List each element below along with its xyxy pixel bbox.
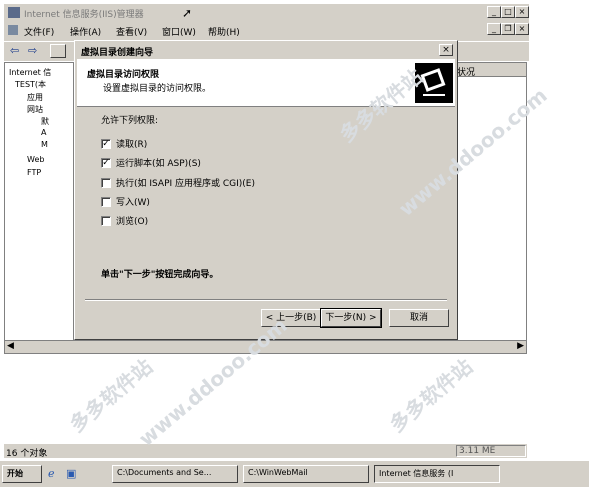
perm-write-row[interactable]: 写入(W) <box>101 195 150 208</box>
next-button[interactable]: 下一步(N) > <box>320 308 382 328</box>
task-documents[interactable]: C:\Documents and Se... <box>112 465 238 483</box>
object-count: 16 个对象 <box>6 449 48 459</box>
perm-browse-label: 浏览(O) <box>116 217 149 227</box>
back-arrow-icon[interactable]: ⇦ <box>10 44 19 57</box>
close-button[interactable]: × <box>515 6 529 18</box>
task-iis-label: Internet 信息服务 (I <box>379 469 454 478</box>
minimize-button[interactable]: _ <box>487 6 501 18</box>
perm-read-row[interactable]: ✓ 读取(R) <box>101 137 148 150</box>
tree-web[interactable]: Web <box>27 155 44 164</box>
scroll-right-icon[interactable]: ▶ <box>517 341 524 351</box>
menu-bar: 文件(F) 操作(A) 查看(V) 窗口(W) 帮助(H) _ ❐ × <box>4 21 529 41</box>
task-winwebmail-label: C:\WinWebMail <box>248 468 308 477</box>
task-winwebmail[interactable]: C:\WinWebMail <box>243 465 369 483</box>
tree-site-a[interactable]: A <box>41 128 46 137</box>
dialog-title: 虚拟目录创建向导 <box>81 48 154 58</box>
up-folder-icon[interactable] <box>50 44 66 58</box>
perm-browse-checkbox[interactable] <box>101 215 111 226</box>
task-iis[interactable]: Internet 信息服务 (I <box>374 465 500 483</box>
main-window-title: Internet 信息服务(IIS)管理器 <box>24 10 144 20</box>
status-bar: 16 个对象 3.11 ME <box>4 444 527 459</box>
mouse-cursor-icon: ➚ <box>182 6 193 20</box>
perm-read-checkbox[interactable]: ✓ <box>101 138 111 149</box>
tree-site-default[interactable]: 默 <box>41 116 49 127</box>
perm-script-checkbox[interactable]: ✓ <box>101 157 111 168</box>
scroll-left-icon[interactable]: ◀ <box>7 341 14 351</box>
dialog-separator <box>85 299 447 301</box>
tree-root[interactable]: Internet 信 <box>9 67 51 78</box>
perm-execute-row[interactable]: 执行(如 ISAPI 应用程序或 CGI)(E) <box>101 176 255 189</box>
ie-icon[interactable]: ℯ <box>48 467 55 480</box>
perm-browse-row[interactable]: 浏览(O) <box>101 214 149 227</box>
mmc-doc-icon <box>8 25 18 35</box>
tree-app-pools[interactable]: 应用 <box>27 92 43 103</box>
menu-window[interactable]: 窗口(W) <box>162 25 196 38</box>
menu-help[interactable]: 帮助(H) <box>208 25 240 38</box>
perm-execute-checkbox[interactable] <box>101 177 111 188</box>
forward-arrow-icon[interactable]: ⇨ <box>28 44 37 57</box>
status-version: 3.11 ME <box>456 445 526 457</box>
task-documents-label: C:\Documents and Se... <box>117 468 212 477</box>
taskbar: 开始 ℯ ▣ C:\Documents and Se... C:\WinWebM… <box>0 460 589 487</box>
inner-restore-button[interactable]: ❐ <box>501 23 515 35</box>
perm-execute-label: 执行(如 ISAPI 应用程序或 CGI)(E) <box>116 179 255 189</box>
status-column-header[interactable]: 状况 <box>453 63 526 78</box>
perm-write-checkbox[interactable] <box>101 196 111 207</box>
menu-file[interactable]: 文件(F) <box>24 25 54 38</box>
start-label: 开始 <box>7 469 23 478</box>
permissions-label: 允许下列权限: <box>101 116 159 126</box>
perm-read-label: 读取(R) <box>116 140 148 150</box>
perm-script-row[interactable]: ✓ 运行脚本(如 ASP)(S) <box>101 156 201 169</box>
desktop-icon[interactable]: ▣ <box>66 467 76 480</box>
inner-minimize-button[interactable]: _ <box>487 23 501 35</box>
dialog-titlebar: 虚拟目录创建向导 × <box>77 43 455 58</box>
start-button[interactable]: 开始 <box>2 465 42 483</box>
tree-ftp[interactable]: FTP <box>27 168 41 177</box>
cancel-button[interactable]: 取消 <box>389 309 449 327</box>
tree-pane: Internet 信 TEST(本 应用 网站 默 A M Web FTP <box>4 62 74 342</box>
tree-site-m[interactable]: M <box>41 140 48 149</box>
perm-script-label: 运行脚本(如 ASP)(S) <box>116 159 201 169</box>
dialog-close-button[interactable]: × <box>439 44 453 56</box>
finish-note: 单击"下一步"按钮完成向导。 <box>101 270 219 280</box>
main-window-titlebar: Internet 信息服务(IIS)管理器 ➚ _ □ × <box>4 4 529 21</box>
header-title: 虚拟目录访问权限 <box>87 70 160 80</box>
menu-view[interactable]: 查看(V) <box>116 25 147 38</box>
iis-app-icon <box>8 7 20 18</box>
inner-close-button[interactable]: × <box>515 23 529 35</box>
maximize-button[interactable]: □ <box>501 6 515 18</box>
header-subtitle: 设置虚拟目录的访问权限。 <box>103 84 212 94</box>
tree-server[interactable]: TEST(本 <box>15 79 46 90</box>
perm-write-label: 写入(W) <box>116 198 150 208</box>
menu-action[interactable]: 操作(A) <box>70 25 101 38</box>
tree-websites[interactable]: 网站 <box>27 104 43 115</box>
